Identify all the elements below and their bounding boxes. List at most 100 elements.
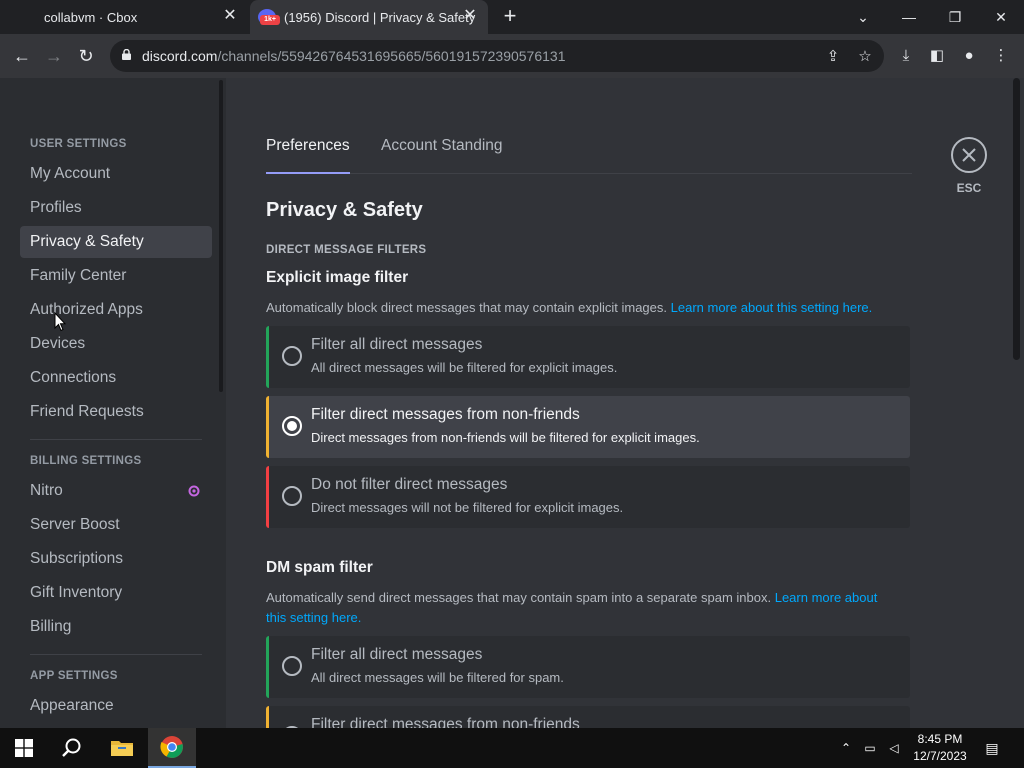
radio-button-checked[interactable] — [282, 416, 302, 436]
sidebar-item-connections[interactable]: Connections — [20, 362, 212, 394]
browser-tab-collabvm[interactable]: collabvm · Cbox ✕ — [0, 0, 248, 34]
spam-option-filter-all[interactable]: Filter all direct messages All direct me… — [266, 636, 910, 698]
notifications-icon[interactable]: ▤ — [984, 740, 1000, 756]
close-window-icon[interactable]: ✕ — [978, 0, 1024, 34]
new-tab-icon[interactable]: + — [498, 5, 522, 29]
sidebar-item-label: Nitro — [30, 482, 63, 499]
description-text: Automatically send direct messages that … — [266, 590, 772, 605]
option-subtitle: Direct messages from non-friends will be… — [311, 430, 700, 445]
back-icon[interactable]: ← — [9, 43, 35, 69]
tab-notification-badge: 1k+ — [260, 15, 280, 25]
explicit-option-non-friends[interactable]: Filter direct messages from non-friends … — [266, 396, 910, 458]
sidebar-item-authorized-apps[interactable]: Authorized Apps — [20, 294, 212, 326]
restore-icon[interactable]: ❐ — [932, 0, 978, 34]
folder-icon — [111, 741, 133, 756]
option-title: Filter all direct messages — [311, 336, 483, 353]
clock-date: 12/7/2023 — [913, 749, 967, 763]
sidebar-scrollbar[interactable] — [219, 80, 223, 392]
option-title: Do not filter direct messages — [311, 476, 508, 493]
settings-tabs: Preferences Account Standing — [266, 136, 912, 174]
chrome-icon — [160, 736, 183, 758]
url-path: /channels/559426764531695665/56019157239… — [217, 48, 566, 64]
content-scrollbar[interactable] — [1013, 78, 1020, 360]
browser-tab-strip: collabvm · Cbox ✕ 1k+ (1956) Discord | P… — [0, 0, 1024, 34]
explicit-filter-description: Automatically block direct messages that… — [266, 298, 906, 318]
close-tab-icon[interactable]: ✕ — [222, 8, 238, 24]
page-title: Privacy & Safety — [266, 199, 423, 221]
download-icon[interactable]: ⤓ — [895, 45, 917, 67]
sidebar-item-appearance[interactable]: Appearance — [20, 690, 212, 722]
sidebar-item-subscriptions[interactable]: Subscriptions — [20, 543, 212, 575]
sidebar-item-family-center[interactable]: Family Center — [20, 260, 212, 292]
option-subtitle: Direct messages will not be filtered for… — [311, 500, 624, 515]
sidebar-item-privacy-safety[interactable]: Privacy & Safety — [20, 226, 212, 258]
option-subtitle: All direct messages will be filtered for… — [311, 670, 564, 685]
show-hidden-icons-icon[interactable]: ⌃ — [838, 740, 854, 756]
lock-icon — [122, 49, 131, 60]
nitro-icon — [188, 485, 200, 497]
learn-more-link[interactable]: Learn more about this setting here. — [671, 300, 873, 315]
spam-filter-description: Automatically send direct messages that … — [266, 588, 906, 628]
option-title: Filter all direct messages — [311, 646, 483, 663]
browser-tab-discord[interactable]: 1k+ (1956) Discord | Privacy & Safety ✕ — [250, 0, 488, 34]
radio-button[interactable] — [282, 346, 302, 366]
discord-favicon-icon: 1k+ — [258, 9, 280, 25]
search-button[interactable] — [48, 728, 96, 768]
sidebar-item-gift-inventory[interactable]: Gift Inventory — [20, 577, 212, 609]
tab-preferences[interactable]: Preferences — [266, 136, 350, 174]
learn-more-link[interactable]: Learn more about — [775, 590, 878, 605]
system-clock[interactable]: 8:45 PM 12/7/2023 — [906, 731, 974, 765]
browser-toolbar: ← → ↻ discord.com/channels/5594267645316… — [0, 34, 1024, 78]
sidebar-item-billing[interactable]: Billing — [20, 611, 212, 643]
side-panel-icon[interactable]: ◧ — [926, 45, 948, 67]
profile-icon[interactable]: ● — [958, 45, 980, 67]
volume-muted-icon[interactable]: ◁ — [886, 740, 902, 756]
explicit-option-filter-all[interactable]: Filter all direct messages All direct me… — [266, 326, 910, 388]
bookmark-star-icon[interactable]: ☆ — [856, 48, 874, 66]
sidebar-item-my-account[interactable]: My Account — [20, 158, 212, 190]
close-tab-icon[interactable]: ✕ — [462, 8, 478, 24]
description-text: Automatically block direct messages that… — [266, 300, 668, 315]
esc-label: ESC — [956, 181, 982, 195]
section-header-dm-filters: DIRECT MESSAGE FILTERS — [266, 244, 427, 256]
reload-icon[interactable]: ↻ — [73, 43, 99, 69]
sidebar-item-devices[interactable]: Devices — [20, 328, 212, 360]
sidebar-item-server-boost[interactable]: Server Boost — [20, 509, 212, 541]
sidebar-divider — [30, 439, 202, 440]
close-icon — [962, 148, 976, 162]
url-text: discord.com/channels/559426764531695665/… — [142, 48, 565, 64]
explicit-option-do-not-filter[interactable]: Do not filter direct messages Direct mes… — [266, 466, 910, 528]
windows-taskbar: ⌃ ▭ ◁ 8:45 PM 12/7/2023 ▤ — [0, 728, 1024, 768]
close-settings-button[interactable] — [951, 137, 987, 173]
radio-button[interactable] — [282, 656, 302, 676]
tab-title: collabvm · Cbox — [44, 9, 138, 25]
forward-icon[interactable]: → — [41, 43, 67, 69]
sidebar-divider — [30, 654, 202, 655]
radio-button[interactable] — [282, 486, 302, 506]
file-explorer-button[interactable] — [98, 728, 146, 768]
menu-kebab-icon[interactable]: ⋮ — [990, 45, 1012, 67]
settings-sidebar: USER SETTINGS My Account Profiles Privac… — [0, 78, 226, 728]
clock-time: 8:45 PM — [917, 732, 963, 746]
address-bar[interactable]: discord.com/channels/559426764531695665/… — [110, 40, 884, 72]
settings-content: Preferences Account Standing ESC Privacy… — [226, 78, 1024, 768]
mouse-cursor-icon — [54, 312, 66, 332]
learn-more-link-cont[interactable]: this setting here. — [266, 610, 361, 625]
url-domain: discord.com — [142, 48, 218, 64]
sidebar-header-billing-settings: BILLING SETTINGS — [30, 455, 142, 467]
chrome-taskbar-button[interactable] — [148, 728, 196, 768]
option-title: Filter direct messages from non-friends — [311, 406, 580, 423]
explicit-filter-title: Explicit image filter — [266, 269, 409, 286]
sidebar-item-nitro[interactable]: Nitro — [20, 475, 212, 507]
network-icon[interactable]: ▭ — [862, 740, 878, 756]
tab-account-standing[interactable]: Account Standing — [381, 136, 503, 174]
tab-search-icon[interactable]: ⌄ — [840, 0, 886, 34]
minimize-icon[interactable]: — — [886, 0, 932, 34]
sidebar-item-profiles[interactable]: Profiles — [20, 192, 212, 224]
sidebar-header-user-settings: USER SETTINGS — [30, 138, 127, 150]
share-icon[interactable]: ⇪ — [824, 48, 842, 66]
discord-app: USER SETTINGS My Account Profiles Privac… — [0, 78, 1024, 768]
sidebar-item-friend-requests[interactable]: Friend Requests — [20, 396, 212, 428]
start-button[interactable] — [0, 728, 48, 768]
search-icon — [62, 738, 81, 757]
